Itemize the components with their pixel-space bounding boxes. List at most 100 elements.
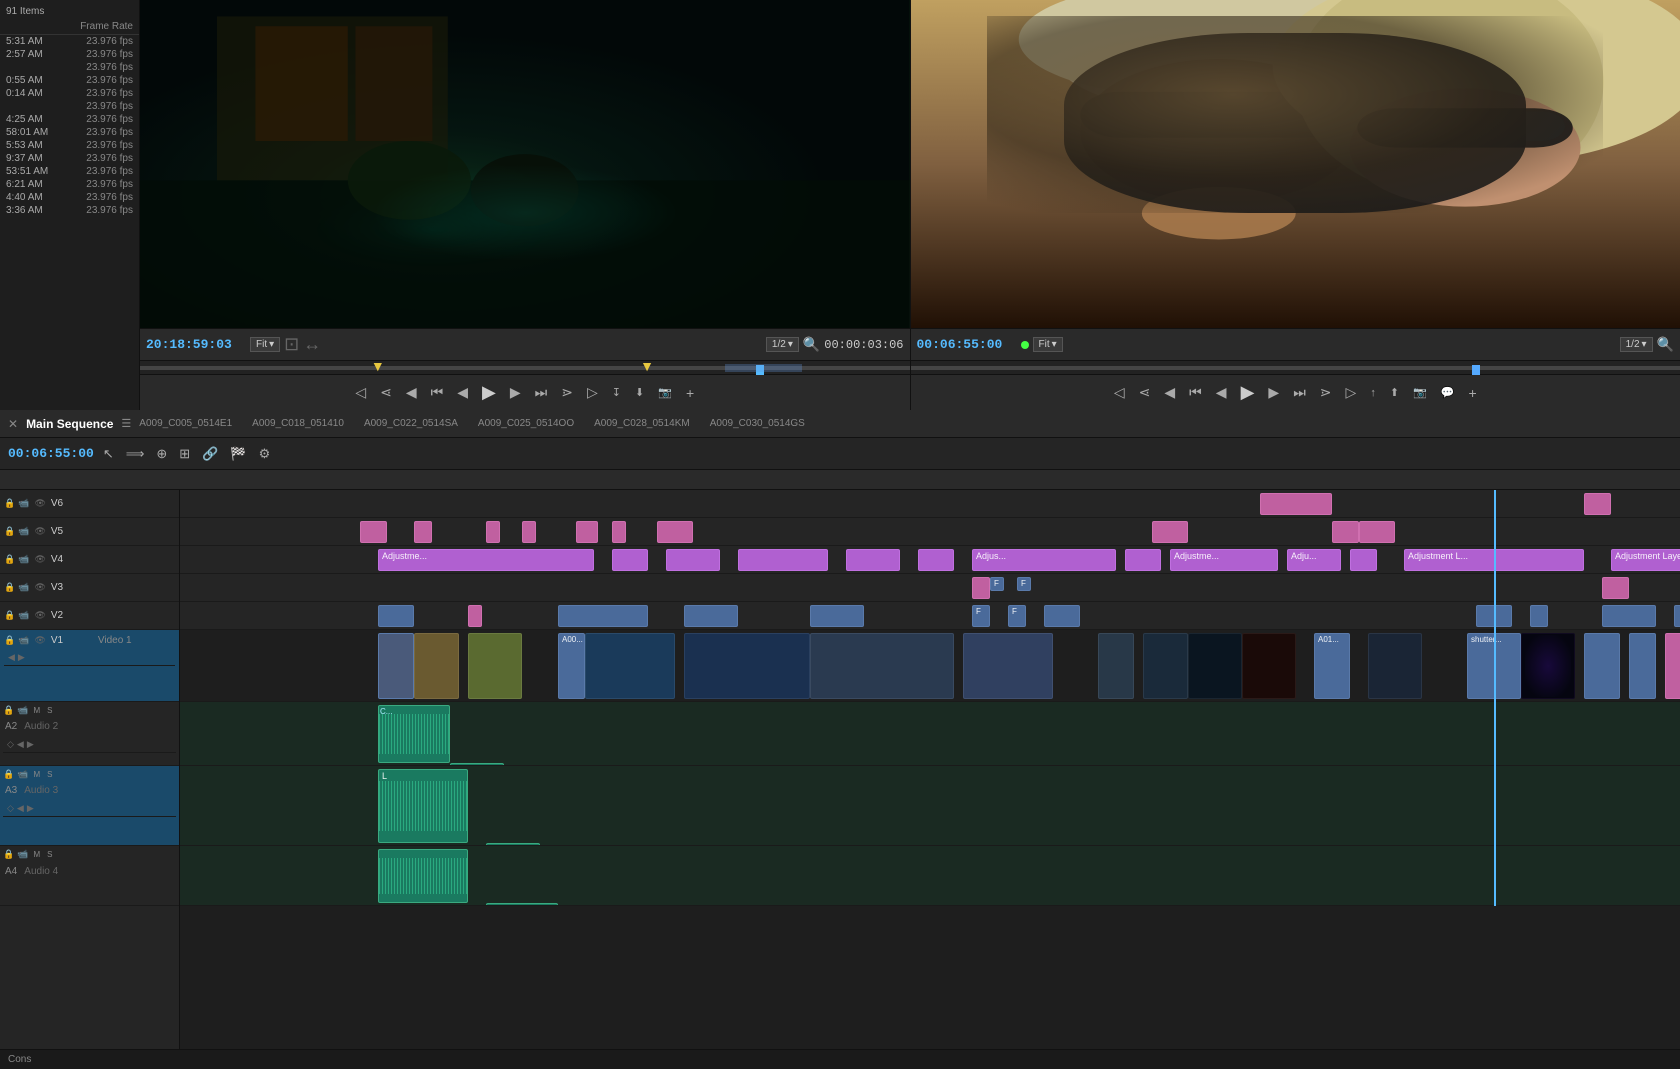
v2-clip-6[interactable]: F (972, 605, 990, 627)
v3-clip-2[interactable]: F (990, 577, 1004, 591)
v1-clip-15[interactable] (1629, 633, 1656, 699)
v5-clip-5[interactable] (576, 521, 598, 543)
v4-adj-7[interactable]: Adjus... (972, 549, 1116, 571)
v1-clip-3[interactable] (468, 633, 522, 699)
media-item-12[interactable]: 4:40 AM23.976 fps (0, 191, 139, 204)
v6-lock-icon[interactable]: 🔒 (4, 498, 15, 509)
v2-clip-5[interactable] (810, 605, 864, 627)
prog-ffwd-btn[interactable]: ⏭ (1289, 382, 1310, 403)
a4-m-btn[interactable]: M (31, 849, 42, 860)
v4-adj-13[interactable]: Adjustment Layer (1611, 549, 1680, 571)
prog-extract-btn[interactable]: ⬆ (1386, 384, 1403, 401)
a4-lock-icon[interactable]: 🔒 (3, 849, 14, 860)
v1-clip-shutt[interactable]: shutter... (1467, 633, 1521, 699)
v4-adj-11[interactable] (1350, 549, 1377, 571)
snap-btn[interactable]: ⊞ (176, 444, 193, 464)
a4-clip-2[interactable] (486, 903, 558, 906)
v1-clip-5[interactable] (585, 633, 675, 699)
v1-clip-1[interactable] (378, 633, 414, 699)
source-fraction-button[interactable]: 1/2 (766, 337, 799, 352)
media-item-6[interactable]: 4:25 AM23.976 fps (0, 113, 139, 126)
v1-eye-icon[interactable]: 👁 (32, 634, 47, 647)
v5-clip-6[interactable] (612, 521, 626, 543)
source-export-frame-btn[interactable]: 📷 (654, 384, 676, 401)
a3-m-btn[interactable]: M (31, 769, 42, 780)
timeline-close-btn[interactable]: ✕ (8, 417, 18, 431)
v5-eye-icon[interactable]: 👁 (32, 525, 47, 538)
v4-eye-icon[interactable]: 👁 (32, 553, 47, 566)
v3-clip-3[interactable]: F (1017, 577, 1031, 591)
prog-play-btn[interactable]: ▶ (1237, 380, 1259, 405)
source-prev-frame-btn[interactable]: ◀ (453, 382, 472, 403)
source-fit-button[interactable]: Fit (250, 337, 280, 352)
link-btn[interactable]: 🔗 (199, 444, 221, 464)
prog-rewind-btn[interactable]: ⏮ (1185, 382, 1206, 403)
v1-clip-8[interactable] (963, 633, 1053, 699)
clip-tab-2[interactable]: A009_C018_051410 (252, 418, 344, 429)
v4-adj-4[interactable] (738, 549, 828, 571)
v2-clip-7[interactable]: F (1008, 605, 1026, 627)
a3-s-btn[interactable]: S (45, 769, 54, 780)
media-item-11[interactable]: 6:21 AM23.976 fps (0, 178, 139, 191)
source-fullscreen-icon[interactable]: ⊡ (284, 334, 299, 355)
v5-clip-9[interactable] (1332, 521, 1359, 543)
v1-clip-16[interactable] (1665, 633, 1680, 699)
prog-mark-out-btn[interactable]: ▷ (1342, 382, 1361, 403)
v5-clip-2[interactable] (414, 521, 432, 543)
a2-s-btn[interactable]: S (45, 705, 54, 716)
a4-s-btn[interactable]: S (45, 849, 54, 860)
v1-clip-space[interactable] (1521, 633, 1575, 699)
v1-lock-icon[interactable]: 🔒 (4, 635, 15, 646)
v4-lock-icon[interactable]: 🔒 (4, 554, 15, 565)
a2-prev-kf-btn[interactable]: ◀ (17, 739, 24, 750)
v4-adj-6[interactable] (918, 549, 954, 571)
source-step-back-btn[interactable]: ◀ (402, 382, 421, 403)
source-next-edit-btn[interactable]: ⋗ (557, 382, 577, 403)
v2-clip-8[interactable] (1044, 605, 1080, 627)
clip-tab-6[interactable]: A009_C030_0514GS (710, 418, 805, 429)
v2-clip-1[interactable] (378, 605, 414, 627)
media-item-1[interactable]: 2:57 AM23.976 fps (0, 48, 139, 61)
selection-tool-btn[interactable]: ↖ (100, 444, 117, 464)
v4-adj-9[interactable]: Adjustme... (1170, 549, 1278, 571)
v3-lock-icon[interactable]: 🔒 (4, 582, 15, 593)
source-rewind-btn[interactable]: ⏮ (427, 382, 448, 403)
prog-next-edit-btn[interactable]: ⋗ (1316, 382, 1336, 403)
v1-clip-13[interactable] (1368, 633, 1422, 699)
clip-tab-3[interactable]: A009_C022_0514SA (364, 418, 458, 429)
timeline-ruler[interactable]: 0:00:000:00:29:230:00:59:220:01:29:210:0… (0, 470, 1680, 490)
v4-adj-3[interactable] (666, 549, 720, 571)
source-play-btn[interactable]: ▶ (478, 380, 500, 405)
source-scrubber[interactable]: ▼ ▼ (140, 360, 910, 374)
v1-clip-2[interactable] (414, 633, 459, 699)
prog-mark-in-btn[interactable]: ◁ (1110, 382, 1129, 403)
source-insert-clip-btn[interactable]: ↧ (608, 384, 625, 401)
source-mark-out-btn[interactable]: ▷ (583, 382, 602, 403)
a3-next-kf-btn[interactable]: ▶ (27, 803, 34, 814)
v5-clip-4[interactable] (522, 521, 536, 543)
v4-adj-12[interactable]: Adjustment L... (1404, 549, 1584, 571)
source-insert-icon[interactable]: ↔ (303, 334, 321, 355)
source-mark-in-btn[interactable]: ◁ (351, 382, 370, 403)
source-prev-edit-btn[interactable]: ⋖ (376, 382, 396, 403)
media-item-8[interactable]: 5:53 AM23.976 fps (0, 139, 139, 152)
v1-clip-7[interactable] (810, 633, 954, 699)
v4-adj-5[interactable] (846, 549, 900, 571)
v2-eye-icon[interactable]: 👁 (32, 609, 47, 622)
v1-prev-btn[interactable]: ◀ (8, 652, 15, 663)
v5-clip-8[interactable] (1152, 521, 1188, 543)
v4-adj-8[interactable] (1125, 549, 1161, 571)
program-scrubber[interactable] (911, 360, 1680, 374)
v3-eye-icon[interactable]: 👁 (32, 581, 47, 594)
v5-clip-3[interactable] (486, 521, 500, 543)
v4-adj-10[interactable]: Adju... (1287, 549, 1341, 571)
a2-lock-icon[interactable]: 🔒 (3, 705, 14, 716)
v2-lock-icon[interactable]: 🔒 (4, 610, 15, 621)
v1-next-btn[interactable]: ▶ (18, 652, 25, 663)
prog-speech-btn[interactable]: 💬 (1437, 384, 1459, 401)
v1-clip-12[interactable] (1242, 633, 1296, 699)
media-item-5[interactable]: 23.976 fps (0, 100, 139, 113)
a2-next-kf-btn[interactable]: ▶ (27, 739, 34, 750)
v2-clip-2[interactable] (468, 605, 482, 627)
tracks-area[interactable]: Adjustme... Adjus... Adjustme... Adju...… (180, 490, 1680, 1049)
